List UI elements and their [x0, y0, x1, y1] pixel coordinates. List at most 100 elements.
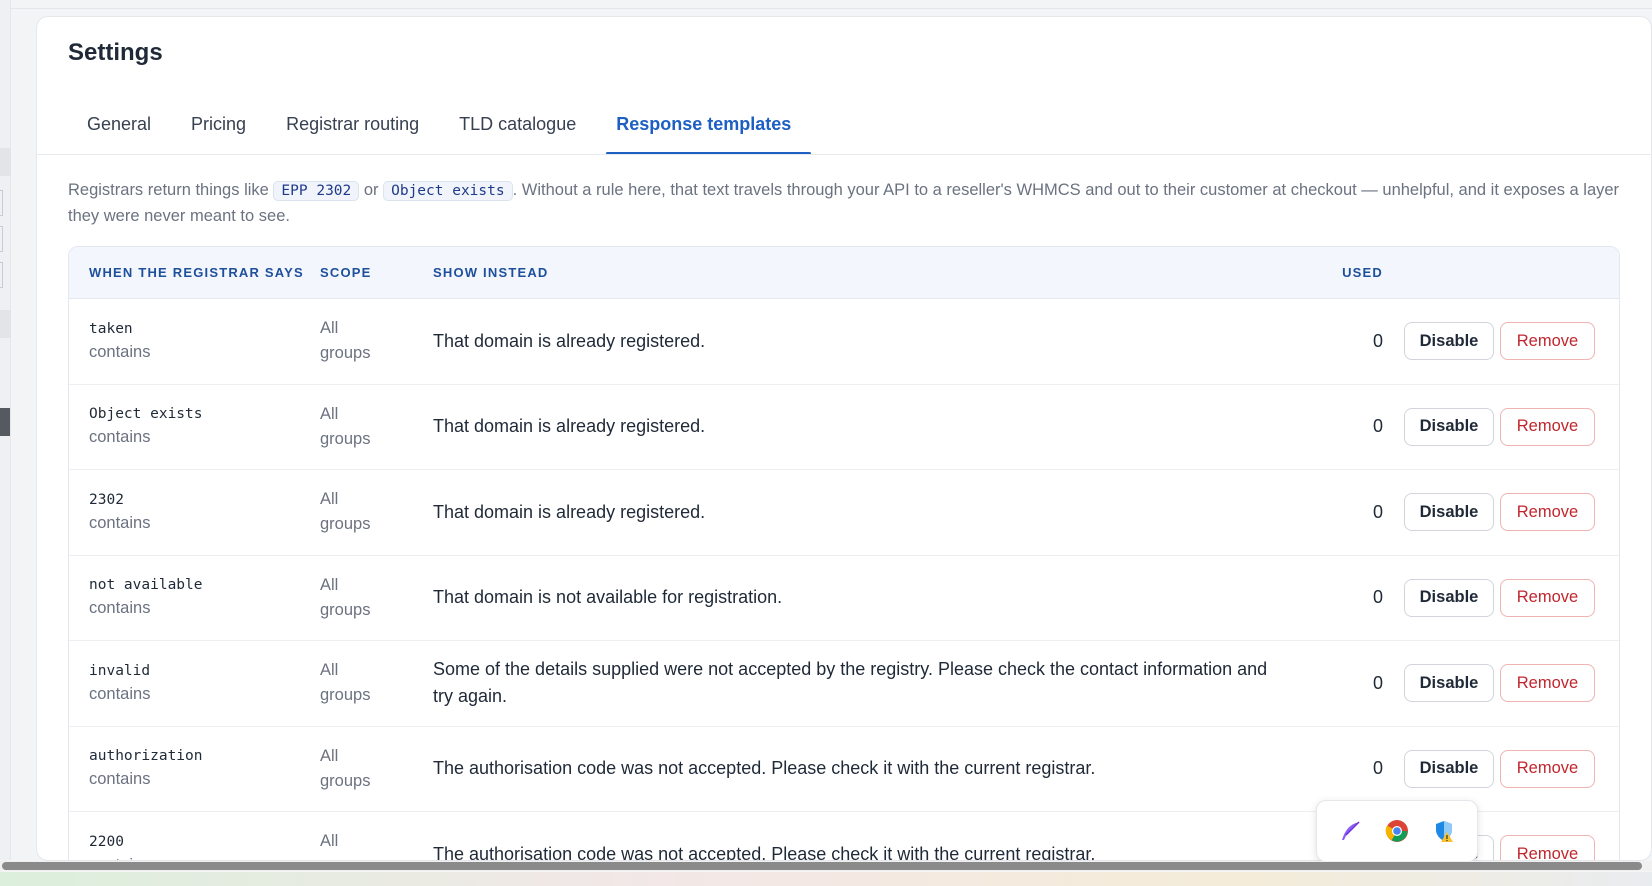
match-pattern: Object exists [89, 406, 203, 423]
response-templates-table: When the registrar says Scope Show inste… [68, 246, 1620, 861]
row-actions: DisableRemove [1393, 749, 1619, 788]
match-cell: taken contains [69, 321, 320, 362]
used-count: 0 [1372, 330, 1383, 351]
tab-response-templates[interactable]: Response templates [596, 95, 812, 155]
scope-cell: All groups [320, 658, 433, 708]
match-mode: contains [89, 599, 151, 618]
used-count: 0 [1372, 416, 1383, 437]
match-cell: authorization contains [69, 748, 320, 789]
remove-button[interactable]: Remove [1500, 322, 1595, 361]
replacement-message: That domain is already registered. [433, 416, 706, 437]
match-mode: contains [89, 770, 151, 789]
intro-code-object-exists: Object exists [383, 181, 513, 201]
taskbar-edge [0, 872, 1652, 886]
header-scope: Scope [320, 265, 372, 280]
used-count: 0 [1372, 501, 1383, 522]
replacement-message: Some of the details supplied were not ac… [433, 659, 1268, 707]
replacement-message: The authorisation code was not accepted.… [433, 843, 1096, 861]
scope-value: All groups [320, 404, 371, 448]
scope-value: All groups [320, 661, 371, 705]
match-mode: contains [89, 684, 151, 703]
tab-general[interactable]: General [67, 95, 171, 155]
page-title: Settings [68, 39, 163, 66]
replacement-message: That domain is already registered. [433, 330, 706, 351]
row-actions: DisableRemove [1393, 322, 1619, 361]
header-match: When the registrar says [89, 265, 304, 280]
settings-tabs: General Pricing Registrar routing TLD ca… [67, 95, 812, 155]
match-mode: contains [89, 428, 151, 447]
scope-cell: All groups [320, 487, 433, 537]
match-mode: contains [89, 342, 151, 361]
feather-icon[interactable] [1337, 818, 1363, 844]
tabs-divider [37, 154, 1651, 155]
used-count: 0 [1372, 672, 1383, 693]
scope-value: All groups [320, 746, 371, 790]
table-row: Object exists contains All groups That doma… [69, 385, 1619, 470]
left-panel-handle [0, 190, 3, 216]
row-actions: DisableRemove [1393, 664, 1619, 703]
row-actions: DisableRemove [1393, 493, 1619, 532]
tab-registrar-routing[interactable]: Registrar routing [266, 95, 439, 155]
disable-button[interactable]: Disable [1404, 578, 1494, 617]
scrollbar-thumb[interactable] [2, 862, 1642, 870]
disable-button[interactable]: Disable [1404, 322, 1494, 361]
remove-button[interactable]: Remove [1500, 835, 1595, 860]
disable-button[interactable]: Disable [1404, 749, 1494, 788]
table-row: invalid contains All groups Some of the det… [69, 641, 1619, 727]
intro-code-epp: EPP 2302 [273, 181, 360, 201]
settings-card: Settings General Pricing Registrar routi… [36, 16, 1652, 861]
replacement-message: That domain is already registered. [433, 501, 706, 522]
left-panel-block [0, 148, 11, 176]
table-row: 2302 contains All groups That domain is alr… [69, 470, 1619, 556]
match-cell: 2200contains [69, 833, 320, 860]
match-pattern: 2200 [89, 833, 124, 850]
intro-middle: or [359, 181, 384, 199]
table-header: When the registrar says Scope Show inste… [69, 247, 1619, 299]
remove-button[interactable]: Remove [1500, 578, 1595, 617]
header-message: Show instead [433, 265, 549, 280]
left-panel-block [0, 310, 11, 338]
left-panel-active-marker [0, 408, 10, 436]
remove-button[interactable]: Remove [1500, 493, 1595, 532]
horizontal-scrollbar[interactable] [0, 861, 1652, 871]
tab-tld-catalogue[interactable]: TLD catalogue [439, 95, 596, 155]
floating-taskbar [1316, 800, 1478, 862]
chrome-icon[interactable] [1384, 818, 1410, 844]
intro-prefix: Registrars return things like [68, 181, 274, 199]
scope-cell: All groups [320, 316, 433, 366]
scope-cell: All groups [320, 573, 433, 623]
remove-button[interactable]: Remove [1500, 749, 1595, 788]
replacement-message: The authorisation code was not accepted.… [433, 758, 1096, 779]
scope-cell: All groups [320, 744, 433, 794]
table-row: taken contains All groups That domain is al… [69, 299, 1619, 385]
disable-button[interactable]: Disable [1404, 493, 1494, 532]
table-body: taken contains All groups That domain is al… [69, 299, 1619, 861]
match-cell: Object exists contains [69, 406, 320, 447]
used-count: 0 [1372, 758, 1383, 779]
remove-button[interactable]: Remove [1500, 407, 1595, 446]
tab-pricing[interactable]: Pricing [171, 95, 266, 155]
replacement-message: That domain is not available for registr… [433, 587, 783, 608]
shield-warning-icon[interactable] [1431, 818, 1457, 844]
header-used: Used [1342, 265, 1383, 280]
row-actions: DisableRemove [1393, 407, 1619, 446]
match-pattern: 2302 [89, 491, 124, 508]
match-cell: 2302 contains [69, 492, 320, 533]
scope-value: All groups [320, 490, 371, 534]
used-count: 0 [1372, 587, 1383, 608]
scope-value: All groups [320, 575, 371, 619]
match-pattern: invalid [89, 662, 151, 679]
left-panel-edge [0, 0, 11, 860]
disable-button[interactable]: Disable [1404, 407, 1494, 446]
match-mode: contains [89, 513, 151, 532]
scope-cell: All groups [320, 402, 433, 452]
window-top-border [0, 8, 1652, 9]
match-pattern: not available [89, 577, 203, 594]
remove-button[interactable]: Remove [1500, 664, 1595, 703]
scope-cell: All groups [320, 829, 433, 860]
row-actions: DisableRemove [1393, 578, 1619, 617]
match-pattern: authorization [89, 748, 203, 765]
left-panel-handle [0, 262, 3, 288]
disable-button[interactable]: Disable [1404, 664, 1494, 703]
left-panel-handle [0, 226, 3, 252]
